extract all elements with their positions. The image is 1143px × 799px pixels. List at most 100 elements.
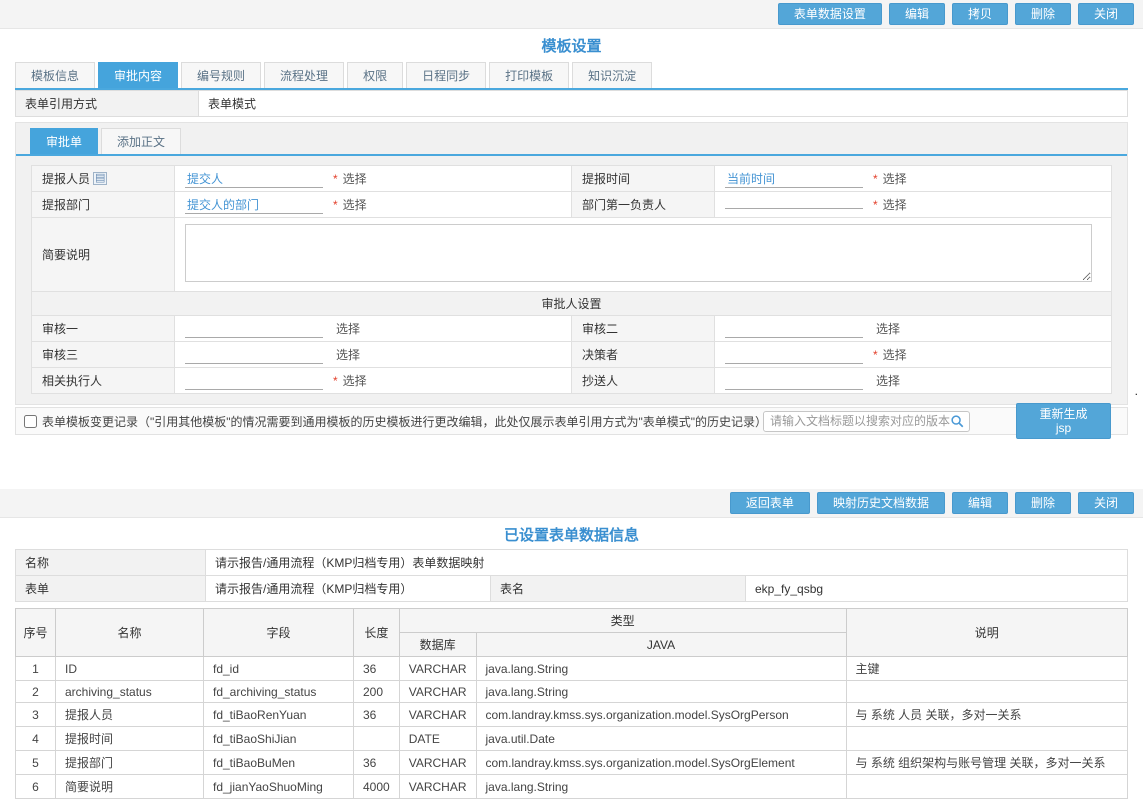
field-mapping-table-header: 序号 名称 字段 长度 类型 说明 数据库 JAVA [16, 609, 1128, 657]
required-marker: * [873, 172, 878, 186]
search-icon[interactable] [950, 414, 965, 429]
cell-db-type: VARCHAR [399, 775, 476, 799]
tab-permissions[interactable]: 权限 [347, 62, 403, 88]
tab-numbering-rules[interactable]: 编号规则 [181, 62, 261, 88]
table-row: 表单 请示报告/通用流程（KMP归档专用） 表名 ekp_fy_qsbg [16, 576, 1128, 602]
col-header-java: JAVA [476, 633, 846, 657]
cc-person-value-field[interactable] [725, 374, 863, 390]
approval-form-table: 提报人员▤ 提交人*选择 提报时间 当前时间*选择 提报部门 提交人的部门*选择… [31, 165, 1112, 394]
template-change-record-checkbox[interactable] [24, 415, 37, 428]
cell-seq: 3 [16, 703, 56, 727]
approval-subtabs: 审批单 添加正文 [16, 123, 1127, 156]
template-settings-toolbar: 表单数据设置 编辑 拷贝 删除 关闭 [0, 0, 1143, 29]
reviewer1-field: 选择 [175, 316, 572, 342]
cell-desc [846, 727, 1128, 751]
tab-template-info[interactable]: 模板信息 [15, 62, 95, 88]
form-data-settings-button[interactable]: 表单数据设置 [778, 3, 882, 25]
related-executor-select-link[interactable]: 选择 [343, 374, 367, 388]
brief-desc-textarea[interactable] [185, 224, 1092, 282]
cc-person-select-link[interactable]: 选择 [876, 374, 900, 388]
decision-maker-value-field[interactable] [725, 348, 863, 364]
tab-knowledge-deposit[interactable]: 知识沉淀 [572, 62, 652, 88]
col-header-length: 长度 [354, 609, 400, 657]
table-row: 简要说明 [32, 218, 1112, 292]
col-header-db: 数据库 [399, 633, 476, 657]
submit-dept-value-link[interactable]: 提交人的部门 [185, 198, 323, 214]
element-config-icon[interactable]: ▤ [93, 172, 107, 185]
cell-seq: 2 [16, 681, 56, 703]
tab-print-template[interactable]: 打印模板 [489, 62, 569, 88]
return-form-button[interactable]: 返回表单 [730, 492, 810, 514]
page-title: 模板设置 [0, 29, 1143, 60]
close-button[interactable]: 关闭 [1078, 3, 1134, 25]
table-name-label: 表名 [491, 576, 746, 602]
brief-desc-label: 简要说明 [32, 218, 175, 292]
decision-maker-field: * 选择 [715, 342, 1112, 368]
tab-process-handling[interactable]: 流程处理 [264, 62, 344, 88]
reviewer2-select-link[interactable]: 选择 [876, 322, 900, 336]
cell-java-type: java.lang.String [476, 775, 846, 799]
subtab-approval-form[interactable]: 审批单 [30, 128, 98, 154]
table-row: 提报人员▤ 提交人*选择 提报时间 当前时间*选择 [32, 166, 1112, 192]
cell-field: fd_archiving_status [204, 681, 354, 703]
map-history-data-button[interactable]: 映射历史文档数据 [817, 492, 945, 514]
tab-approval-content[interactable]: 审批内容 [98, 62, 178, 88]
template-change-record-label: 表单模板变更记录（"引用其他模板"的情况需要到通用模板的历史模板进行更改编辑，此… [42, 413, 763, 430]
cell-java-type: com.landray.kmss.sys.organization.model.… [476, 703, 846, 727]
submitter-value-link[interactable]: 提交人 [185, 172, 323, 188]
form-reference-label: 表单引用方式 [16, 91, 199, 117]
approval-form-panel: 审批单 添加正文 提报人员▤ 提交人*选择 提报时间 当前时间*选择 提报部门 … [15, 122, 1128, 405]
cell-db-type: VARCHAR [399, 751, 476, 775]
col-header-seq: 序号 [16, 609, 56, 657]
stray-dot: . [1135, 384, 1138, 398]
delete-button[interactable]: 删除 [1015, 3, 1071, 25]
submitter-select-link[interactable]: 选择 [343, 172, 367, 186]
tab-schedule-sync[interactable]: 日程同步 [406, 62, 486, 88]
field-mapping-table: 序号 名称 字段 长度 类型 说明 数据库 JAVA 1 ID fd_id 36… [15, 608, 1128, 799]
cell-length: 200 [354, 681, 400, 703]
required-marker: * [333, 172, 338, 186]
submit-time-value-link[interactable]: 当前时间 [725, 172, 863, 188]
submitter-label: 提报人员▤ [32, 166, 175, 192]
version-search-input[interactable] [764, 413, 950, 430]
reviewer1-value-field[interactable] [185, 322, 323, 338]
regenerate-jsp-button[interactable]: 重新生成jsp [1016, 403, 1111, 439]
cell-length: 36 [354, 703, 400, 727]
related-executor-value-field[interactable] [185, 374, 323, 390]
table-row: 名称 请示报告/通用流程（KMP归档专用）表单数据映射 [16, 550, 1128, 576]
reviewer3-value-field[interactable] [185, 348, 323, 364]
reviewer2-value-field[interactable] [725, 322, 863, 338]
delete-button[interactable]: 删除 [1015, 492, 1071, 514]
dept-head-value-field[interactable] [725, 207, 863, 209]
submit-dept-select-link[interactable]: 选择 [343, 198, 367, 212]
cell-length: 36 [354, 657, 400, 681]
table-row: 2 archiving_status fd_archiving_status 2… [16, 681, 1128, 703]
close-button[interactable]: 关闭 [1078, 492, 1134, 514]
decision-maker-select-link[interactable]: 选择 [883, 348, 907, 362]
edit-button[interactable]: 编辑 [952, 492, 1008, 514]
cell-desc [846, 681, 1128, 703]
template-settings-tabs: 模板信息 审批内容 编号规则 流程处理 权限 日程同步 打印模板 知识沉淀 [15, 62, 1128, 90]
dept-head-select-link[interactable]: 选择 [883, 198, 907, 212]
cc-person-field: 选择 [715, 368, 1112, 394]
edit-button[interactable]: 编辑 [889, 3, 945, 25]
cell-java-type: java.lang.String [476, 681, 846, 703]
cell-db-type: DATE [399, 727, 476, 751]
required-marker: * [873, 348, 878, 362]
reviewer3-select-link[interactable]: 选择 [336, 348, 360, 362]
cell-db-type: VARCHAR [399, 681, 476, 703]
mapping-name-label: 名称 [16, 550, 206, 576]
copy-button[interactable]: 拷贝 [952, 3, 1008, 25]
cell-java-type: com.landray.kmss.sys.organization.model.… [476, 751, 846, 775]
reviewer2-label: 审核二 [572, 316, 715, 342]
subtab-add-body[interactable]: 添加正文 [101, 128, 181, 154]
reviewer1-select-link[interactable]: 选择 [336, 322, 360, 336]
cell-desc: 与 系统 人员 关联，多对一关系 [846, 703, 1128, 727]
submit-time-select-link[interactable]: 选择 [883, 172, 907, 186]
cell-seq: 1 [16, 657, 56, 681]
cell-desc [846, 775, 1128, 799]
table-row: 审核三 选择 决策者 *选择 [32, 342, 1112, 368]
cell-seq: 6 [16, 775, 56, 799]
table-row: 审核一 选择 审核二 选择 [32, 316, 1112, 342]
form-data-info-toolbar: 返回表单 映射历史文档数据 编辑 删除 关闭 [0, 489, 1143, 518]
